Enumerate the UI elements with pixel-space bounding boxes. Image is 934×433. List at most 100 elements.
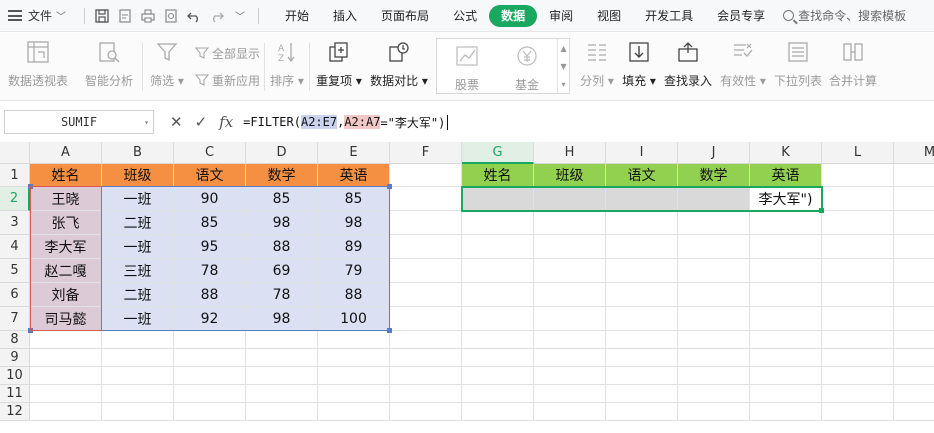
cell-i3[interactable] bbox=[606, 211, 678, 235]
fund-button[interactable]: 基金 bbox=[497, 39, 557, 93]
sort-button[interactable]: AZ 排序 ▾ bbox=[265, 33, 309, 101]
fill-handle[interactable] bbox=[819, 208, 824, 213]
cell-e12[interactable] bbox=[318, 403, 390, 421]
fill-button[interactable]: 填充 ▾ bbox=[618, 33, 660, 101]
source-name-cell[interactable]: 司马懿 bbox=[30, 307, 102, 331]
data-compare-button[interactable]: 数据对比 ▾ bbox=[368, 33, 430, 101]
output-header-cell[interactable]: 姓名 bbox=[462, 164, 534, 187]
column-header-c[interactable]: C bbox=[174, 142, 246, 164]
cell-a8[interactable] bbox=[30, 331, 102, 349]
tab-2[interactable]: 页面布局 bbox=[369, 5, 441, 27]
row-header-2[interactable]: 2 bbox=[0, 187, 30, 211]
cell-l3[interactable] bbox=[822, 211, 894, 235]
source-value-cell[interactable]: 78 bbox=[246, 283, 318, 307]
source-value-cell[interactable]: 98 bbox=[318, 211, 390, 235]
column-header-d[interactable]: D bbox=[246, 142, 318, 164]
cell-h12[interactable] bbox=[534, 403, 606, 421]
column-header-h[interactable]: H bbox=[534, 142, 606, 164]
source-value-cell[interactable]: 二班 bbox=[102, 283, 174, 307]
cell-g12[interactable] bbox=[462, 403, 534, 421]
row-header-5[interactable]: 5 bbox=[0, 259, 30, 283]
cell-b12[interactable] bbox=[102, 403, 174, 421]
cell-m1[interactable] bbox=[894, 164, 934, 187]
row-header-6[interactable]: 6 bbox=[0, 283, 30, 307]
validity-button[interactable]: 有效性 ▾ bbox=[716, 33, 770, 101]
cell-f5[interactable] bbox=[390, 259, 462, 283]
gallery-scroll[interactable]: ▲ ▼ ▾ bbox=[557, 39, 569, 93]
customize-chevron-icon[interactable]: ﹀ bbox=[229, 5, 251, 27]
cell-f4[interactable] bbox=[390, 235, 462, 259]
range-resize-handle[interactable] bbox=[28, 328, 33, 333]
cell-l8[interactable] bbox=[822, 331, 894, 349]
source-value-cell[interactable]: 88 bbox=[246, 235, 318, 259]
cell-a12[interactable] bbox=[30, 403, 102, 421]
cell-g10[interactable] bbox=[462, 367, 534, 385]
cell-j6[interactable] bbox=[678, 283, 750, 307]
source-header-cell[interactable]: 英语 bbox=[318, 164, 390, 187]
source-value-cell[interactable]: 85 bbox=[174, 211, 246, 235]
insert-function-icon[interactable]: fx bbox=[219, 113, 233, 131]
tab-0[interactable]: 开始 bbox=[273, 5, 321, 27]
dropdown-list-button[interactable]: 下拉列表 bbox=[770, 33, 826, 101]
cell-h4[interactable] bbox=[534, 235, 606, 259]
source-header-cell[interactable]: 数学 bbox=[246, 164, 318, 187]
cell-k6[interactable] bbox=[750, 283, 822, 307]
cell-h11[interactable] bbox=[534, 385, 606, 403]
file-menu[interactable]: 文件 ﹀ bbox=[8, 7, 66, 24]
output-header-cell[interactable]: 语文 bbox=[606, 164, 678, 187]
show-all-button[interactable]: 全部显示 bbox=[195, 45, 260, 62]
range-resize-handle[interactable] bbox=[28, 184, 33, 189]
cell-i7[interactable] bbox=[606, 307, 678, 331]
cell-k7[interactable] bbox=[750, 307, 822, 331]
source-value-cell[interactable]: 79 bbox=[318, 259, 390, 283]
cell-m2[interactable] bbox=[894, 187, 934, 211]
cell-h6[interactable] bbox=[534, 283, 606, 307]
cell-l1[interactable] bbox=[822, 164, 894, 187]
column-header-f[interactable]: F bbox=[390, 142, 462, 164]
source-name-cell[interactable]: 李大军 bbox=[30, 235, 102, 259]
source-value-cell[interactable]: 85 bbox=[318, 187, 390, 211]
tab-6[interactable]: 视图 bbox=[585, 5, 633, 27]
smart-analysis-button[interactable]: 智能分析 bbox=[76, 33, 142, 101]
cell-j5[interactable] bbox=[678, 259, 750, 283]
name-box[interactable]: SUMIF ▾ bbox=[4, 110, 154, 134]
cell-c10[interactable] bbox=[174, 367, 246, 385]
cell-c8[interactable] bbox=[174, 331, 246, 349]
cell-d9[interactable] bbox=[246, 349, 318, 367]
cell-f8[interactable] bbox=[390, 331, 462, 349]
row-header-1[interactable]: 1 bbox=[0, 164, 30, 187]
output-formula-overflow-cell[interactable]: 李大军") bbox=[750, 187, 822, 211]
cell-g6[interactable] bbox=[462, 283, 534, 307]
text-to-columns-button[interactable]: 分列 ▾ bbox=[576, 33, 618, 101]
cell-e8[interactable] bbox=[318, 331, 390, 349]
cell-a11[interactable] bbox=[30, 385, 102, 403]
formula-input[interactable]: =FILTER(A2:E7, A2:A7 ="李大军") bbox=[243, 111, 449, 133]
cell-h8[interactable] bbox=[534, 331, 606, 349]
cell-h7[interactable] bbox=[534, 307, 606, 331]
range-resize-handle[interactable] bbox=[387, 328, 392, 333]
source-value-cell[interactable]: 92 bbox=[174, 307, 246, 331]
column-header-g[interactable]: G bbox=[462, 142, 534, 164]
cell-h5[interactable] bbox=[534, 259, 606, 283]
cell-g8[interactable] bbox=[462, 331, 534, 349]
cell-g7[interactable] bbox=[462, 307, 534, 331]
cell-j8[interactable] bbox=[678, 331, 750, 349]
source-name-cell[interactable]: 刘备 bbox=[30, 283, 102, 307]
range-resize-handle[interactable] bbox=[387, 184, 392, 189]
source-value-cell[interactable]: 78 bbox=[174, 259, 246, 283]
export-pdf-icon[interactable] bbox=[114, 5, 136, 27]
source-value-cell[interactable]: 88 bbox=[318, 283, 390, 307]
cell-i5[interactable] bbox=[606, 259, 678, 283]
select-all-corner[interactable] bbox=[0, 142, 30, 164]
output-result-cell[interactable] bbox=[534, 187, 606, 211]
cell-f3[interactable] bbox=[390, 211, 462, 235]
cell-g5[interactable] bbox=[462, 259, 534, 283]
source-value-cell[interactable]: 一班 bbox=[102, 307, 174, 331]
consolidate-button[interactable]: 合并计算 bbox=[826, 33, 880, 101]
source-name-cell[interactable]: 王晓 bbox=[30, 187, 102, 211]
stock-button[interactable]: 股票 bbox=[437, 39, 497, 93]
cell-f10[interactable] bbox=[390, 367, 462, 385]
cell-k9[interactable] bbox=[750, 349, 822, 367]
cell-j3[interactable] bbox=[678, 211, 750, 235]
row-header-9[interactable]: 9 bbox=[0, 349, 30, 367]
